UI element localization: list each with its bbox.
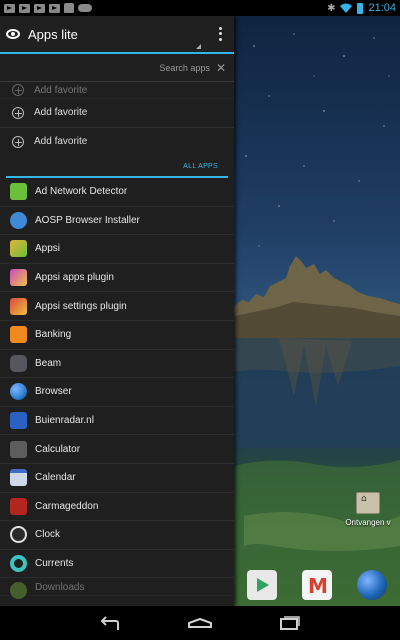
- appsi-settings-icon: [10, 297, 27, 315]
- app-label: Ad Network Detector: [35, 186, 128, 198]
- appsi-plugin-icon: [10, 269, 27, 287]
- bluetooth-icon: ✱: [327, 2, 336, 14]
- banking-icon: [10, 326, 27, 344]
- carmageddon-icon: [10, 497, 27, 515]
- battery-icon: [357, 2, 364, 14]
- app-item-appsi-settings-plugin[interactable]: Appsi settings plugin: [0, 292, 234, 321]
- favorites-list: Add favorite Add favorite Add favorite: [0, 82, 234, 156]
- section-title: ALL APPS: [183, 162, 218, 170]
- app-label: Appsi: [35, 243, 61, 255]
- app-item-ad-network-detector[interactable]: Ad Network Detector: [0, 178, 234, 207]
- clock-icon: [10, 526, 27, 544]
- add-icon: [12, 135, 24, 148]
- search-bar[interactable]: Search apps ✕: [0, 54, 234, 82]
- appsi-icon: [10, 240, 27, 258]
- all-apps-header: ALL APPS: [6, 156, 228, 178]
- app-item-aosp-browser-installer[interactable]: AOSP Browser Installer: [0, 207, 234, 236]
- app-item-beam[interactable]: Beam: [0, 350, 234, 379]
- notification-play-icon: [19, 3, 30, 13]
- app-item-browser[interactable]: Browser: [0, 378, 234, 407]
- apps-drawer: Apps lite Search apps ✕ Add favorite Add…: [0, 16, 234, 606]
- favorite-slot[interactable]: Add favorite: [0, 128, 234, 157]
- app-label: Clock: [35, 529, 61, 541]
- home-icon[interactable]: [187, 613, 213, 633]
- aosp-browser-icon: [10, 211, 27, 229]
- search-input[interactable]: Search apps: [159, 63, 210, 73]
- notification-play-icon: [34, 3, 45, 13]
- app-item-appsi-apps-plugin[interactable]: Appsi apps plugin: [0, 264, 234, 293]
- beam-icon: [10, 354, 27, 372]
- notification-play-icon: [49, 3, 60, 13]
- favorite-label: Add favorite: [34, 85, 88, 96]
- overflow-menu-icon[interactable]: [212, 24, 228, 44]
- app-item-buienradar[interactable]: Buienradar.nl: [0, 407, 234, 436]
- play-store-icon[interactable]: [246, 570, 277, 600]
- page-title[interactable]: Apps lite: [28, 27, 78, 42]
- navigation-bar: [0, 606, 400, 640]
- app-label: Banking: [35, 329, 72, 341]
- action-bar: Apps lite: [0, 16, 234, 54]
- calculator-icon: [10, 440, 27, 458]
- app-item-currents[interactable]: Currents: [0, 550, 234, 579]
- app-label: Downloads: [35, 582, 85, 594]
- add-icon: [12, 106, 24, 119]
- favorite-label: Add favorite: [34, 136, 88, 148]
- ad-network-detector-icon: [10, 183, 27, 201]
- app-label: Buienradar.nl: [35, 415, 94, 427]
- app-label: Beam: [35, 357, 62, 369]
- home-dock: [234, 564, 400, 606]
- gmail-icon[interactable]: [301, 570, 332, 600]
- app-item-carmageddon[interactable]: Carmageddon: [0, 493, 234, 522]
- desktop-folder[interactable]: Ontvangen v: [338, 492, 398, 527]
- app-label: Calendar: [35, 472, 76, 484]
- close-icon[interactable]: ✕: [216, 61, 226, 75]
- app-label: Appsi apps plugin: [35, 272, 114, 284]
- browser-globe-icon: [10, 383, 27, 401]
- appsi-logo-icon: [6, 29, 20, 39]
- recents-icon[interactable]: [277, 613, 303, 633]
- gamepad-icon: [78, 4, 92, 12]
- play-store-bag-icon: [64, 3, 74, 13]
- app-label: Calculator: [35, 443, 81, 455]
- downloads-icon: [10, 582, 27, 600]
- app-label: Currents: [35, 558, 74, 570]
- app-item-appsi[interactable]: Appsi: [0, 235, 234, 264]
- favorite-slot[interactable]: Add favorite: [0, 99, 234, 128]
- app-label: Carmageddon: [35, 500, 99, 512]
- app-item-downloads[interactable]: Downloads: [0, 578, 234, 600]
- status-bar: ✱ 21:04: [0, 0, 400, 16]
- favorite-label: Add favorite: [34, 107, 88, 119]
- app-label: AOSP Browser Installer: [35, 214, 140, 226]
- browser-globe-icon[interactable]: [357, 570, 388, 600]
- notification-play-icon: [4, 3, 15, 13]
- buienradar-icon: [10, 412, 27, 430]
- folder-label: Ontvangen v: [345, 518, 391, 527]
- favorite-slot[interactable]: Add favorite: [0, 82, 234, 99]
- wifi-icon: [340, 3, 353, 13]
- home-screen-wallpaper: Ontvangen v: [234, 16, 400, 606]
- app-label: Appsi settings plugin: [35, 300, 127, 312]
- app-item-banking[interactable]: Banking: [0, 321, 234, 350]
- app-item-calendar[interactable]: Calendar: [0, 464, 234, 493]
- bluetooth-folder-icon: [356, 492, 380, 514]
- clock-time: 21:04: [368, 2, 396, 14]
- dropdown-spinner-icon[interactable]: [196, 44, 201, 49]
- notification-icons: [4, 3, 92, 13]
- add-icon: [12, 84, 24, 96]
- app-label: Browser: [35, 386, 72, 398]
- currents-icon: [10, 555, 27, 573]
- calendar-icon: [10, 469, 27, 487]
- app-item-clock[interactable]: Clock: [0, 521, 234, 550]
- app-item-calculator[interactable]: Calculator: [0, 435, 234, 464]
- app-list: Ad Network Detector AOSP Browser Install…: [0, 178, 234, 600]
- system-icons: ✱ 21:04: [327, 2, 396, 14]
- back-icon[interactable]: [97, 613, 123, 633]
